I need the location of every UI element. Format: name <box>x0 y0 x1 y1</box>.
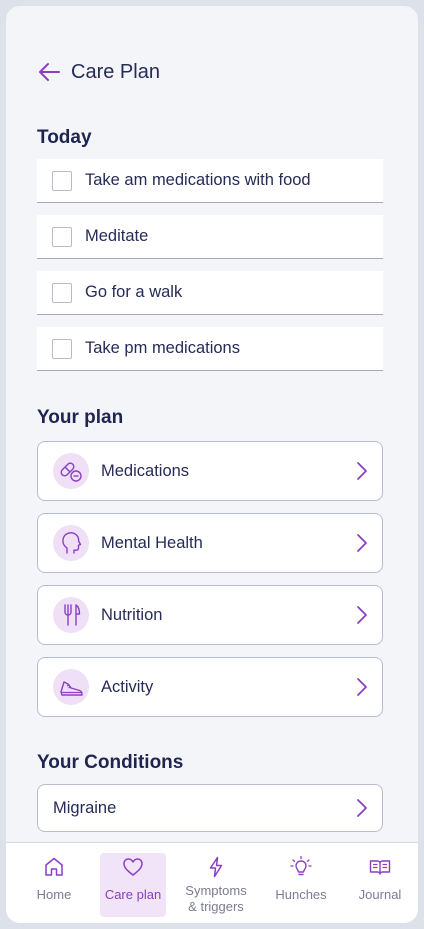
nav-care-plan[interactable]: Care plan <box>100 853 166 917</box>
chevron-right-icon <box>357 462 367 480</box>
heart-icon <box>121 853 145 879</box>
task-checkbox[interactable] <box>52 338 72 359</box>
plan-item-activity[interactable]: Activity <box>37 657 383 717</box>
task-label: Take pm medications <box>85 339 240 357</box>
task-label: Take am medications with food <box>85 171 311 189</box>
fork-knife-icon <box>53 597 89 633</box>
task-checkbox[interactable] <box>52 170 72 191</box>
nav-symptoms-triggers[interactable]: Symptoms & triggers <box>176 853 256 917</box>
today-title: Today <box>37 127 92 148</box>
nav-hunches[interactable]: Hunches <box>268 853 334 917</box>
lightning-icon <box>204 853 228 879</box>
plan-item-label: Activity <box>101 677 154 696</box>
sneaker-icon <box>53 669 89 705</box>
phone-frame: Care Plan Today Take am medications with… <box>2 2 422 927</box>
task-item[interactable]: Go for a walk <box>37 271 383 315</box>
plan-item-label: Nutrition <box>101 605 163 624</box>
nav-label: Journal <box>358 887 402 902</box>
condition-item-migraine[interactable]: Migraine <box>37 784 383 832</box>
chevron-right-icon <box>357 534 367 552</box>
nav-label: Home <box>36 887 72 902</box>
your-plan-title: Your plan <box>37 407 124 428</box>
lightbulb-icon <box>289 853 313 879</box>
your-conditions-title: Your Conditions <box>37 752 184 773</box>
chevron-right-icon <box>357 678 367 696</box>
chevron-right-icon <box>357 606 367 624</box>
plan-item-label: Mental Health <box>101 533 203 552</box>
condition-label: Migraine <box>53 798 117 817</box>
nav-label: Care plan <box>104 887 162 902</box>
plan-item-medications[interactable]: Medications <box>37 441 383 501</box>
task-item[interactable]: Take am medications with food <box>37 159 383 203</box>
plan-item-label: Medications <box>101 461 190 480</box>
plan-item-mental-health[interactable]: Mental Health <box>37 513 383 573</box>
task-label: Go for a walk <box>85 283 183 301</box>
book-icon <box>368 853 392 879</box>
nav-home[interactable]: Home <box>24 853 84 917</box>
pills-icon <box>53 453 89 489</box>
chevron-right-icon <box>357 799 367 817</box>
head-icon <box>53 525 89 561</box>
task-item[interactable]: Meditate <box>37 215 383 259</box>
nav-label: Symptoms & triggers <box>185 883 247 914</box>
nav-journal[interactable]: Journal <box>349 853 411 917</box>
header: Care Plan <box>37 59 160 85</box>
home-icon <box>42 853 66 879</box>
nav-label: Hunches <box>275 887 327 902</box>
task-checkbox[interactable] <box>52 226 72 247</box>
bottom-nav: Home Care plan Symptoms & triggers Hunch… <box>6 842 418 923</box>
back-arrow-icon[interactable] <box>37 59 63 85</box>
plan-item-nutrition[interactable]: Nutrition <box>37 585 383 645</box>
task-label: Meditate <box>85 227 149 245</box>
page-title: Care Plan <box>71 60 160 83</box>
task-item[interactable]: Take pm medications <box>37 327 383 371</box>
task-checkbox[interactable] <box>52 282 72 303</box>
